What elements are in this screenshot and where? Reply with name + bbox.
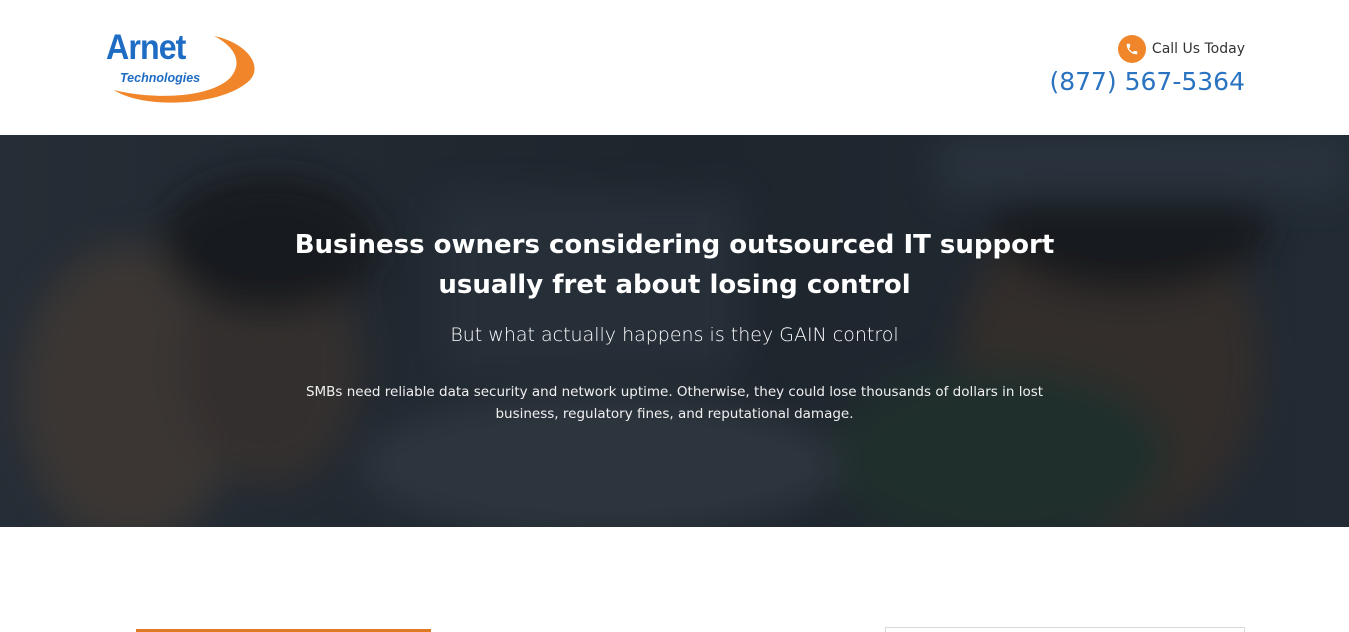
call-us-label: Call Us Today: [1151, 41, 1245, 57]
hero-content: Business owners considering outsourced I…: [0, 135, 1349, 527]
hero-title: Business owners considering outsourced I…: [250, 225, 1099, 305]
site-header: Arnet Technologies Call Us Today (877) 5…: [0, 0, 1349, 135]
hero-subtitle: But what actually happens is they GAIN c…: [450, 324, 899, 346]
hero-title-line-2: usually fret about losing control: [438, 270, 911, 300]
hero-body-text: SMBs need reliable data security and net…: [300, 381, 1049, 425]
hero-body-line-2: business, regulatory fines, and reputati…: [495, 406, 854, 422]
hero-section: Business owners considering outsourced I…: [0, 135, 1349, 527]
form-box-top: [885, 627, 1245, 632]
phone-icon: [1117, 35, 1146, 63]
call-row: Call Us Today: [1049, 35, 1245, 63]
hero-body-line-1: SMBs need reliable data security and net…: [305, 384, 1044, 400]
arnet-logo[interactable]: Arnet Technologies: [104, 28, 256, 110]
phone-number-link[interactable]: (877) 567-5364: [1049, 67, 1245, 96]
call-block: Call Us Today (877) 567-5364: [1049, 35, 1245, 96]
hero-title-line-1: Business owners considering outsourced I…: [294, 230, 1055, 260]
logo-subtext: Technologies: [120, 71, 201, 85]
logo-word: Arnet: [106, 28, 186, 67]
